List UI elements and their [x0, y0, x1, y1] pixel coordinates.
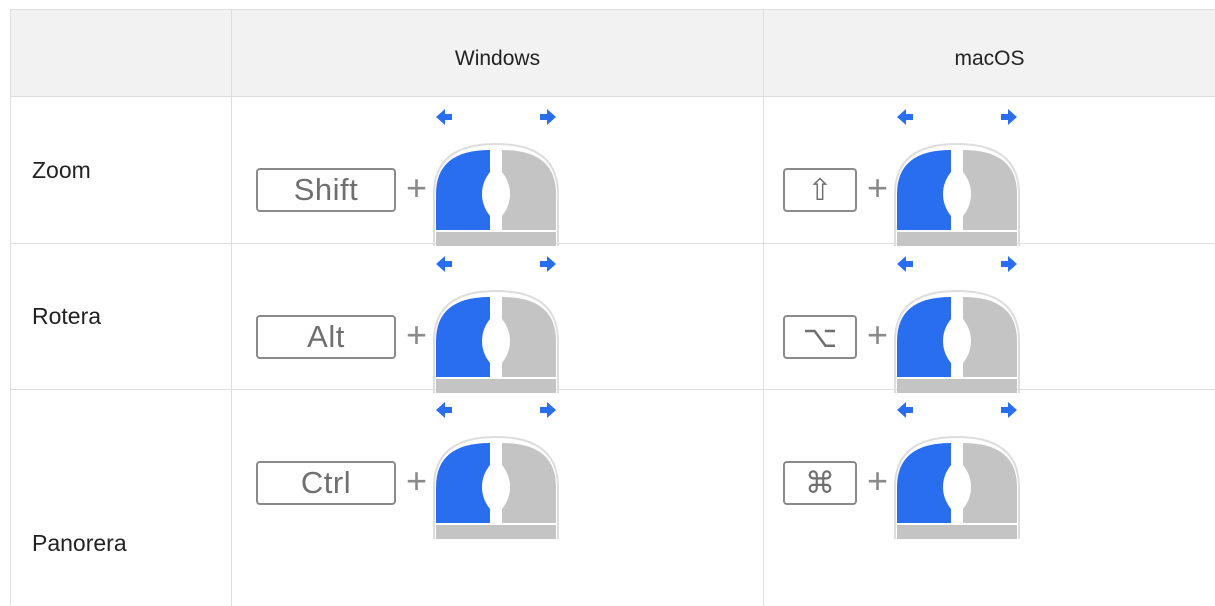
mouse-left-button-drag-icon — [894, 401, 1020, 539]
table-row-pan: Panorera Ctrl + ⌘ + — [11, 390, 1215, 606]
mouse-left-button-drag-icon — [894, 108, 1020, 246]
plus-sign: + — [867, 167, 889, 208]
shortcut-combo: ⇧ + — [783, 106, 1073, 246]
shortcut-combo: Ctrl + — [256, 399, 586, 539]
shortcut-combo: ⌥ + — [783, 253, 1073, 393]
plus-sign: + — [406, 460, 428, 501]
shift-key-symbol: ⇧ — [783, 168, 857, 212]
shortcut-combo: ⌘ + — [783, 399, 1073, 539]
alt-key: Alt — [256, 315, 396, 359]
table-row-rotate: Rotera Alt + ⌥ + — [11, 244, 1215, 393]
table-header-row: Windows macOS — [11, 10, 1215, 97]
ctrl-key: Ctrl — [256, 461, 396, 505]
command-key-symbol: ⌘ — [783, 461, 857, 505]
shortcuts-table: Windows macOS Zoom Shift + ⇧ + Rotera Al… — [10, 9, 1215, 606]
mouse-left-button-drag-icon — [894, 255, 1020, 393]
mac-shortcut-cell: ⌥ + — [764, 244, 1215, 393]
shortcut-combo: Alt + — [256, 253, 586, 393]
mac-shortcut-cell: ⇧ + — [764, 97, 1215, 246]
mouse-left-button-drag-icon — [433, 401, 559, 539]
plus-sign: + — [867, 460, 889, 501]
plus-sign: + — [406, 314, 428, 355]
windows-shortcut-cell: Alt + — [232, 244, 764, 393]
windows-shortcut-cell: Shift + — [232, 97, 764, 246]
header-windows: Windows — [232, 10, 764, 96]
windows-shortcut-cell: Ctrl + — [232, 390, 764, 606]
header-macos: macOS — [954, 47, 1025, 70]
action-label: Zoom — [11, 97, 232, 243]
action-label: Rotera — [11, 244, 232, 389]
plus-sign: + — [867, 314, 889, 355]
action-label: Panorera — [11, 390, 232, 606]
plus-sign: + — [406, 167, 428, 208]
shortcut-combo: Shift + — [256, 106, 586, 246]
shift-key: Shift — [256, 168, 396, 212]
mac-shortcut-cell: ⌘ + — [764, 390, 1215, 606]
table-row-zoom: Zoom Shift + ⇧ + — [11, 97, 1215, 246]
mouse-left-button-drag-icon — [433, 255, 559, 393]
mouse-left-button-drag-icon — [433, 108, 559, 246]
header-empty-cell — [11, 10, 232, 96]
option-key-symbol: ⌥ — [783, 315, 857, 359]
